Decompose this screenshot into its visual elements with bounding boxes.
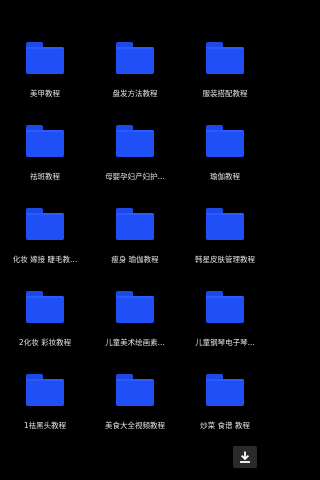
folder-item-5[interactable]: 母婴孕妇产妇护... <box>90 121 180 204</box>
folder-icon <box>206 291 244 323</box>
folder-item-13[interactable]: 1祛黑头教程 <box>0 370 90 453</box>
folder-label: 美食大全视频教程 <box>105 421 165 430</box>
download-icon <box>240 451 250 463</box>
folder-label: 2化妆 彩妆教程 <box>18 338 72 347</box>
folder-item-15[interactable]: 炒菜 食谱 教程 <box>180 370 270 453</box>
folder-icon <box>116 125 154 157</box>
folder-icon <box>26 125 64 157</box>
folder-label: 盘发方法教程 <box>112 89 158 98</box>
folder-icon <box>26 42 64 74</box>
folder-label: 瑜伽教程 <box>210 172 240 181</box>
folder-icon <box>206 208 244 240</box>
folder-label: 炒菜 食谱 教程 <box>200 421 250 430</box>
folder-icon <box>206 42 244 74</box>
folder-label: 服装搭配教程 <box>202 89 248 98</box>
folder-icon <box>206 125 244 157</box>
folder-icon <box>26 374 64 406</box>
folder-label: 母婴孕妇产妇护... <box>105 172 165 181</box>
folder-icon <box>26 208 64 240</box>
folder-icon <box>26 291 64 323</box>
folder-icon <box>116 208 154 240</box>
folder-label: 韩星皮肤管理教程 <box>195 255 255 264</box>
folder-item-2[interactable]: 盘发方法教程 <box>90 38 180 121</box>
folder-item-9[interactable]: 韩星皮肤管理教程 <box>180 204 270 287</box>
folder-label: 化妆 嫁接 睫毛教... <box>12 255 78 264</box>
folder-item-3[interactable]: 服装搭配教程 <box>180 38 270 121</box>
folder-icon <box>116 291 154 323</box>
folder-label: 1祛黑头教程 <box>23 421 67 430</box>
folder-item-7[interactable]: 化妆 嫁接 睫毛教... <box>0 204 90 287</box>
folder-item-6[interactable]: 瑜伽教程 <box>180 121 270 204</box>
folder-item-12[interactable]: 儿童钢琴电子琴... <box>180 287 270 370</box>
folder-item-1[interactable]: 美甲教程 <box>0 38 90 121</box>
download-button[interactable] <box>233 446 257 468</box>
folder-item-10[interactable]: 2化妆 彩妆教程 <box>0 287 90 370</box>
folder-grid: 美甲教程 盘发方法教程 服装搭配教程 祛斑教程 母婴孕妇产妇护... 瑜伽教程 … <box>0 38 270 453</box>
folder-item-14[interactable]: 美食大全视频教程 <box>90 370 180 453</box>
folder-icon <box>116 374 154 406</box>
folder-label: 美甲教程 <box>30 89 60 98</box>
folder-label: 祛斑教程 <box>30 172 60 181</box>
folder-item-8[interactable]: 瘦身 瑜伽教程 <box>90 204 180 287</box>
folder-label: 瘦身 瑜伽教程 <box>111 255 159 264</box>
folder-label: 儿童钢琴电子琴... <box>195 338 255 347</box>
folder-icon <box>206 374 244 406</box>
folder-item-4[interactable]: 祛斑教程 <box>0 121 90 204</box>
folder-label: 儿童美术绘画素... <box>105 338 165 347</box>
folder-item-11[interactable]: 儿童美术绘画素... <box>90 287 180 370</box>
folder-icon <box>116 42 154 74</box>
